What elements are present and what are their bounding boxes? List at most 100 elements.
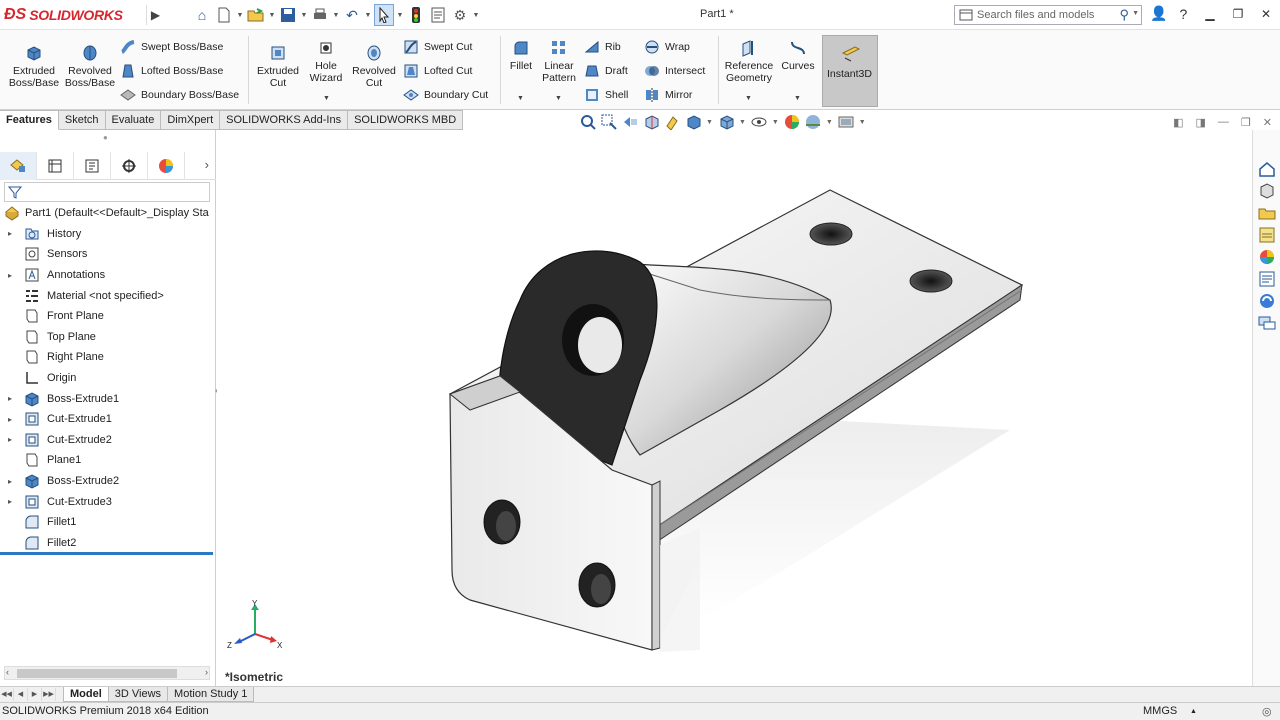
view-orientation-icon[interactable] <box>685 114 701 130</box>
tab-features[interactable]: Features <box>0 110 59 130</box>
minimize-icon[interactable]: ▁ <box>1196 4 1224 24</box>
panel-tabs-next-icon[interactable]: › <box>205 157 209 172</box>
search-icon[interactable]: ⚲ <box>1119 7 1129 23</box>
dynamic-annotation-icon[interactable] <box>664 114 680 130</box>
expand-arrow-icon[interactable]: ▸ <box>8 415 16 424</box>
select-arrow-icon[interactable] <box>374 4 394 26</box>
tab-model[interactable]: Model <box>63 687 109 702</box>
close-icon[interactable]: ✕ <box>1252 4 1280 24</box>
expand-arrow-icon[interactable]: ▸ <box>8 435 16 444</box>
viewport-close-icon[interactable]: ✕ <box>1263 116 1272 129</box>
view-settings-icon[interactable] <box>838 114 854 130</box>
solidworks-forum-icon[interactable] <box>1256 290 1278 311</box>
tree-item-plane1[interactable]: Plane1 <box>0 450 216 471</box>
curves-button[interactable]: Curves ▼ <box>780 39 816 102</box>
tree-item-material-not-specified[interactable]: Material <not specified> <box>0 285 216 306</box>
apply-scene-caret-icon[interactable]: ▼ <box>826 119 833 126</box>
tab-sketch[interactable]: Sketch <box>58 110 106 130</box>
undo-icon[interactable]: ↶ <box>342 4 362 26</box>
tree-item-fillet2[interactable]: Fillet2 <box>0 533 216 554</box>
file-explorer-icon[interactable] <box>1256 202 1278 223</box>
appearances-scenes-icon[interactable] <box>1256 246 1278 267</box>
tree-filter-input[interactable] <box>4 182 210 202</box>
tree-item-boss-extrude2[interactable]: ▸ Boss-Extrude2 <box>0 471 216 492</box>
display-style-caret-icon[interactable]: ▼ <box>739 119 746 126</box>
display-manager-tab[interactable] <box>148 152 185 180</box>
expand-arrow-icon[interactable]: ▸ <box>8 477 16 486</box>
tree-item-fillet1[interactable]: Fillet1 <box>0 512 216 533</box>
curves-caret-icon[interactable]: ▼ <box>794 93 801 105</box>
linear-pattern-button[interactable]: Linear Pattern ▼ <box>539 39 579 102</box>
fillet-caret-icon[interactable]: ▼ <box>517 93 524 105</box>
home-icon[interactable]: ⌂ <box>192 4 212 26</box>
prev-tab-icon[interactable]: ◀ <box>14 688 28 701</box>
open-folder-icon[interactable] <box>246 4 266 26</box>
hide-show-items-icon[interactable] <box>751 114 767 130</box>
apply-scene-icon[interactable] <box>805 114 821 130</box>
view-settings-caret-icon[interactable]: ▼ <box>859 119 866 126</box>
hole-wizard-button[interactable]: Hole Wizard ▼ <box>306 39 346 102</box>
revolved-cut-button[interactable]: Revolved Cut <box>350 44 398 89</box>
print-icon[interactable] <box>310 4 330 26</box>
feature-tree-tab[interactable] <box>0 152 37 180</box>
bracket-part-model[interactable] <box>217 130 1252 686</box>
boundary-cut-button[interactable]: Boundary Cut <box>403 85 488 105</box>
tab-motion-study-1[interactable]: Motion Study 1 <box>167 687 255 702</box>
shell-button[interactable]: Shell <box>584 85 628 105</box>
lofted-boss-button[interactable]: Lofted Boss/Base <box>120 61 223 81</box>
hide-show-caret-icon[interactable]: ▼ <box>772 119 779 126</box>
solidworks-logo[interactable]: ƉS SOLIDWORKS <box>4 4 123 26</box>
graphics-area[interactable]: Y X Z <box>217 130 1252 686</box>
save-icon[interactable] <box>278 4 298 26</box>
design-library-icon[interactable] <box>1256 180 1278 201</box>
swept-boss-button[interactable]: Swept Boss/Base <box>120 37 223 57</box>
tree-item-sensors[interactable]: Sensors <box>0 244 216 265</box>
scroll-left-icon[interactable]: ‹ <box>6 667 9 677</box>
tree-item-history[interactable]: ▸ History <box>0 224 216 245</box>
tab-solidworks-mbd[interactable]: SOLIDWORKS MBD <box>348 110 464 130</box>
scrollbar-thumb[interactable] <box>17 669 177 678</box>
display-style-icon[interactable] <box>718 114 734 130</box>
wrap-button[interactable]: Wrap <box>644 37 690 57</box>
unit-system-caret-icon[interactable]: ▲ <box>1190 708 1197 715</box>
zoom-to-fit-icon[interactable] <box>580 114 596 130</box>
file-properties-icon[interactable] <box>428 4 448 26</box>
expand-arrow-icon[interactable]: ▸ <box>8 271 16 280</box>
reference-geometry-button[interactable]: Reference Geometry ▼ <box>722 39 776 102</box>
configuration-manager-tab[interactable] <box>74 152 111 180</box>
boundary-boss-button[interactable]: Boundary Boss/Base <box>120 85 239 105</box>
reference-geometry-caret-icon[interactable]: ▼ <box>745 93 752 105</box>
first-tab-icon[interactable]: ◀◀ <box>0 688 14 701</box>
edit-appearance-icon[interactable] <box>784 114 800 130</box>
tab-3d-views[interactable]: 3D Views <box>107 687 169 702</box>
lofted-cut-button[interactable]: Lofted Cut <box>403 61 472 81</box>
tree-horizontal-scrollbar[interactable]: ‹ › <box>4 666 210 680</box>
previous-view-icon[interactable] <box>622 114 638 130</box>
new-caret-icon[interactable]: ▼ <box>236 12 244 19</box>
panel-grip-icon[interactable]: ● <box>103 133 108 142</box>
tab-solidworks-add-ins[interactable]: SOLIDWORKS Add-Ins <box>220 110 349 130</box>
rebuild-traffic-light-icon[interactable] <box>406 4 426 26</box>
viewport-minimize-icon[interactable]: — <box>1218 116 1229 129</box>
collapse-left-panel-icon[interactable]: ◧ <box>1173 116 1183 129</box>
linear-pattern-caret-icon[interactable]: ▼ <box>555 93 562 105</box>
tree-item-cut-extrude1[interactable]: ▸ Cut-Extrude1 <box>0 409 216 430</box>
viewport-restore-icon[interactable]: ❐ <box>1241 116 1251 129</box>
rib-button[interactable]: Rib <box>584 37 621 57</box>
options-caret-icon[interactable]: ▼ <box>472 12 480 19</box>
user-account-icon[interactable]: 👤 <box>1150 5 1167 22</box>
solidworks-resources-home-icon[interactable] <box>1256 158 1278 179</box>
quick-tips-icon[interactable]: ◎ <box>1262 705 1272 718</box>
tree-item-top-plane[interactable]: Top Plane <box>0 327 216 348</box>
new-document-icon[interactable] <box>214 4 234 26</box>
collapse-right-panel-icon[interactable]: ◨ <box>1196 116 1206 129</box>
expand-arrow-icon[interactable]: ▸ <box>8 394 16 403</box>
expand-arrow-icon[interactable]: ▸ <box>8 497 16 506</box>
community-chat-icon[interactable] <box>1256 312 1278 333</box>
tree-root-part[interactable]: Part1 (Default<<Default>_Display Sta <box>0 203 216 224</box>
swept-cut-button[interactable]: Swept Cut <box>403 37 472 57</box>
section-view-icon[interactable] <box>643 114 659 130</box>
tree-item-origin[interactable]: Origin <box>0 368 216 389</box>
tree-item-right-plane[interactable]: Right Plane <box>0 347 216 368</box>
view-orientation-caret-icon[interactable]: ▼ <box>706 119 713 126</box>
